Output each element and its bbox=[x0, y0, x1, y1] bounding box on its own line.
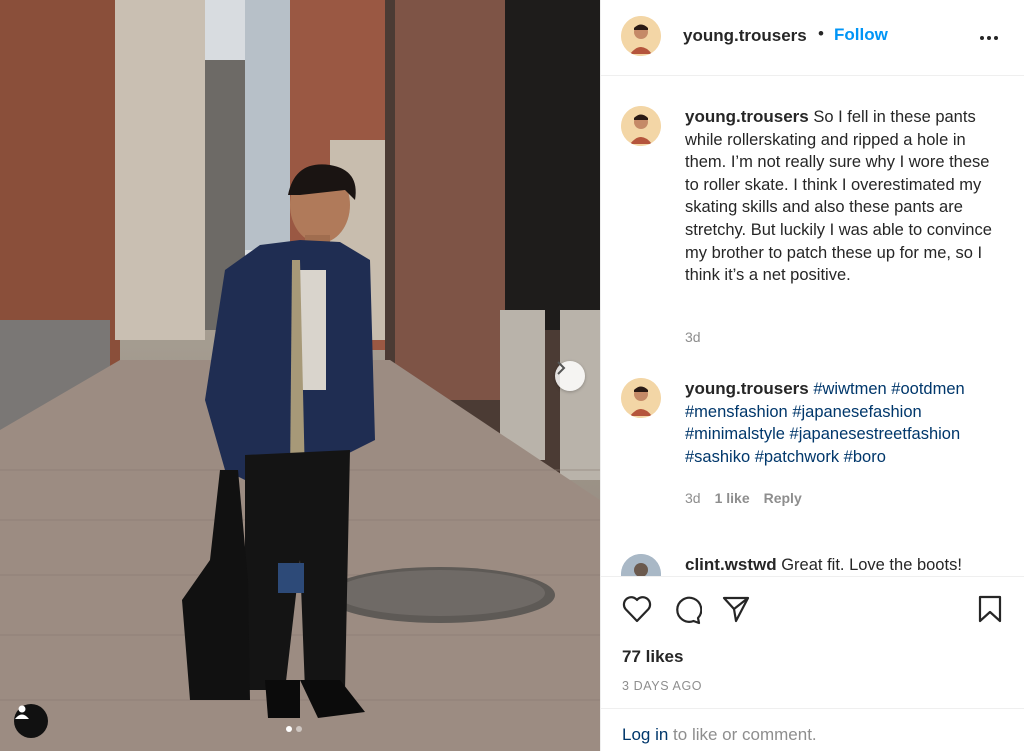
more-options-icon[interactable] bbox=[979, 28, 999, 46]
comment-text: young.trousers #wiwtmen #ootdmen #mensfa… bbox=[685, 378, 1005, 468]
comment-body: Great fit. Love the boots! bbox=[781, 556, 962, 574]
post-author-username[interactable]: young.trousers bbox=[683, 26, 807, 46]
login-prompt: Log in to like or comment. bbox=[601, 708, 1024, 753]
comment-text: young.trousers So I fell in these pants … bbox=[685, 106, 1005, 287]
avatar[interactable] bbox=[621, 378, 661, 418]
avatar[interactable] bbox=[621, 16, 661, 56]
comment-text: clint.wstwd Great fit. Love the boots! bbox=[685, 554, 1005, 576]
caption-body: So I fell in these pants while rollerska… bbox=[685, 108, 992, 285]
heart-icon[interactable] bbox=[622, 595, 652, 628]
post-details-panel: young.trousers • Follow young.trousers S… bbox=[600, 0, 1024, 751]
follow-button[interactable]: Follow bbox=[834, 25, 888, 45]
comment-icon[interactable] bbox=[672, 595, 703, 630]
comment-meta: 3d bbox=[685, 329, 701, 345]
comment-meta: 3d 1 like Reply bbox=[685, 490, 802, 506]
share-icon[interactable] bbox=[721, 595, 751, 628]
reply-button[interactable]: Reply bbox=[764, 490, 802, 506]
comment-username[interactable]: young.trousers bbox=[685, 379, 809, 398]
carousel-dot bbox=[296, 726, 302, 732]
avatar[interactable] bbox=[621, 554, 661, 576]
likes-count[interactable]: 77 likes bbox=[622, 647, 683, 667]
carousel-indicator bbox=[286, 726, 302, 732]
comments-list[interactable]: young.trousers So I fell in these pants … bbox=[601, 76, 1024, 576]
post-actions: 77 likes 3 DAYS AGO Log in to like or co… bbox=[601, 576, 1024, 752]
post-date: 3 DAYS AGO bbox=[622, 679, 703, 693]
tagged-user-button[interactable] bbox=[14, 704, 48, 738]
login-prompt-text: to like or comment. bbox=[668, 725, 817, 744]
carousel-next-button[interactable] bbox=[555, 361, 585, 391]
comment-likes[interactable]: 1 like bbox=[715, 490, 750, 506]
carousel-dot-active bbox=[286, 726, 292, 732]
street-photo-illustration bbox=[0, 0, 600, 751]
comment-age: 3d bbox=[685, 329, 701, 345]
comment-username[interactable]: clint.wstwd bbox=[685, 555, 777, 574]
login-link[interactable]: Log in bbox=[622, 725, 668, 744]
comment-username[interactable]: young.trousers bbox=[685, 107, 809, 126]
separator-dot: • bbox=[818, 24, 824, 43]
post-header: young.trousers • Follow bbox=[601, 0, 1024, 76]
comment-age: 3d bbox=[685, 490, 701, 506]
avatar[interactable] bbox=[621, 106, 661, 146]
post-photo bbox=[0, 0, 600, 751]
bookmark-icon[interactable] bbox=[977, 595, 1003, 628]
